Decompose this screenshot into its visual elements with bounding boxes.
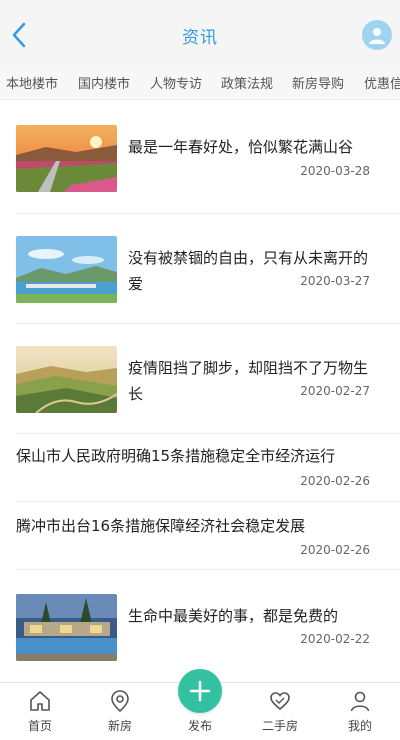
nav-home[interactable]: 首页: [0, 683, 80, 740]
tab-local-market[interactable]: 本地楼市: [6, 73, 58, 92]
news-item[interactable]: 腾冲市出台16条措施保障经济社会稳定发展 2020-02-26: [0, 501, 400, 570]
nav-new-homes[interactable]: 新房: [80, 683, 160, 740]
news-date: 2020-02-26: [300, 474, 370, 488]
location-pin-icon: [111, 690, 129, 713]
page-title: 资讯: [182, 28, 218, 48]
tab-interviews[interactable]: 人物专访: [150, 73, 202, 92]
tab-new-homes[interactable]: 新房导购: [292, 73, 344, 92]
nav-second-hand[interactable]: 二手房: [240, 683, 320, 740]
news-thumbnail: [16, 125, 117, 192]
publish-button[interactable]: [178, 669, 222, 713]
news-thumbnail: [16, 236, 117, 303]
news-item[interactable]: 生命中最美好的事，都是免费的 2020-02-22: [0, 569, 400, 679]
chevron-left-icon: [12, 22, 26, 48]
nav-label: 新房: [107, 719, 132, 733]
home-icon: [30, 691, 50, 711]
news-item[interactable]: 没有被禁锢的自由，只有从未离开的爱 2020-03-27: [0, 213, 400, 324]
tab-domestic-market[interactable]: 国内楼市: [78, 73, 130, 92]
tab-discounts[interactable]: 优惠信: [364, 73, 400, 92]
news-date: 2020-02-26: [300, 543, 370, 557]
news-date: 2020-03-27: [300, 274, 370, 288]
news-title: 腾冲市出台16条措施保障经济社会稳定发展: [16, 517, 306, 535]
category-tabs: 本地楼市 国内楼市 人物专访 政策法规 新房导购 优惠信: [0, 66, 400, 100]
tab-policy[interactable]: 政策法规: [221, 73, 273, 92]
news-thumbnail: [16, 346, 117, 413]
news-thumbnail: [16, 594, 117, 661]
news-item[interactable]: 保山市人民政府明确15条措施稳定全市经济运行 2020-02-26: [0, 433, 400, 502]
news-date: 2020-03-28: [300, 164, 370, 178]
news-title: 生命中最美好的事，都是免费的: [128, 607, 339, 625]
nav-label: 首页: [27, 719, 52, 733]
news-date: 2020-02-27: [300, 384, 370, 398]
user-icon: [350, 691, 370, 712]
nav-label: 我的: [347, 719, 372, 733]
nav-mine[interactable]: 我的: [320, 683, 400, 740]
news-title: 保山市人民政府明确15条措施稳定全市经济运行: [16, 447, 336, 465]
news-title: 疫情阻挡了脚步，却阻挡不了万物生长: [128, 359, 369, 403]
news-date: 2020-02-22: [300, 632, 370, 646]
handshake-icon: [270, 692, 290, 711]
nav-label: 发布: [187, 719, 212, 733]
plus-icon: [189, 680, 211, 702]
avatar[interactable]: [362, 20, 392, 50]
nav-label: 二手房: [261, 719, 298, 733]
user-avatar-icon: [369, 28, 385, 44]
app-header: 资讯: [0, 0, 400, 66]
news-item[interactable]: 最是一年春好处，恰似繁花满山谷 2020-03-28: [0, 100, 400, 214]
news-item[interactable]: 疫情阻挡了脚步，却阻挡不了万物生长 2020-02-27: [0, 323, 400, 434]
news-title: 没有被禁锢的自由，只有从未离开的爱: [128, 249, 369, 293]
news-title: 最是一年春好处，恰似繁花满山谷: [128, 138, 354, 156]
back-button[interactable]: [8, 20, 30, 50]
